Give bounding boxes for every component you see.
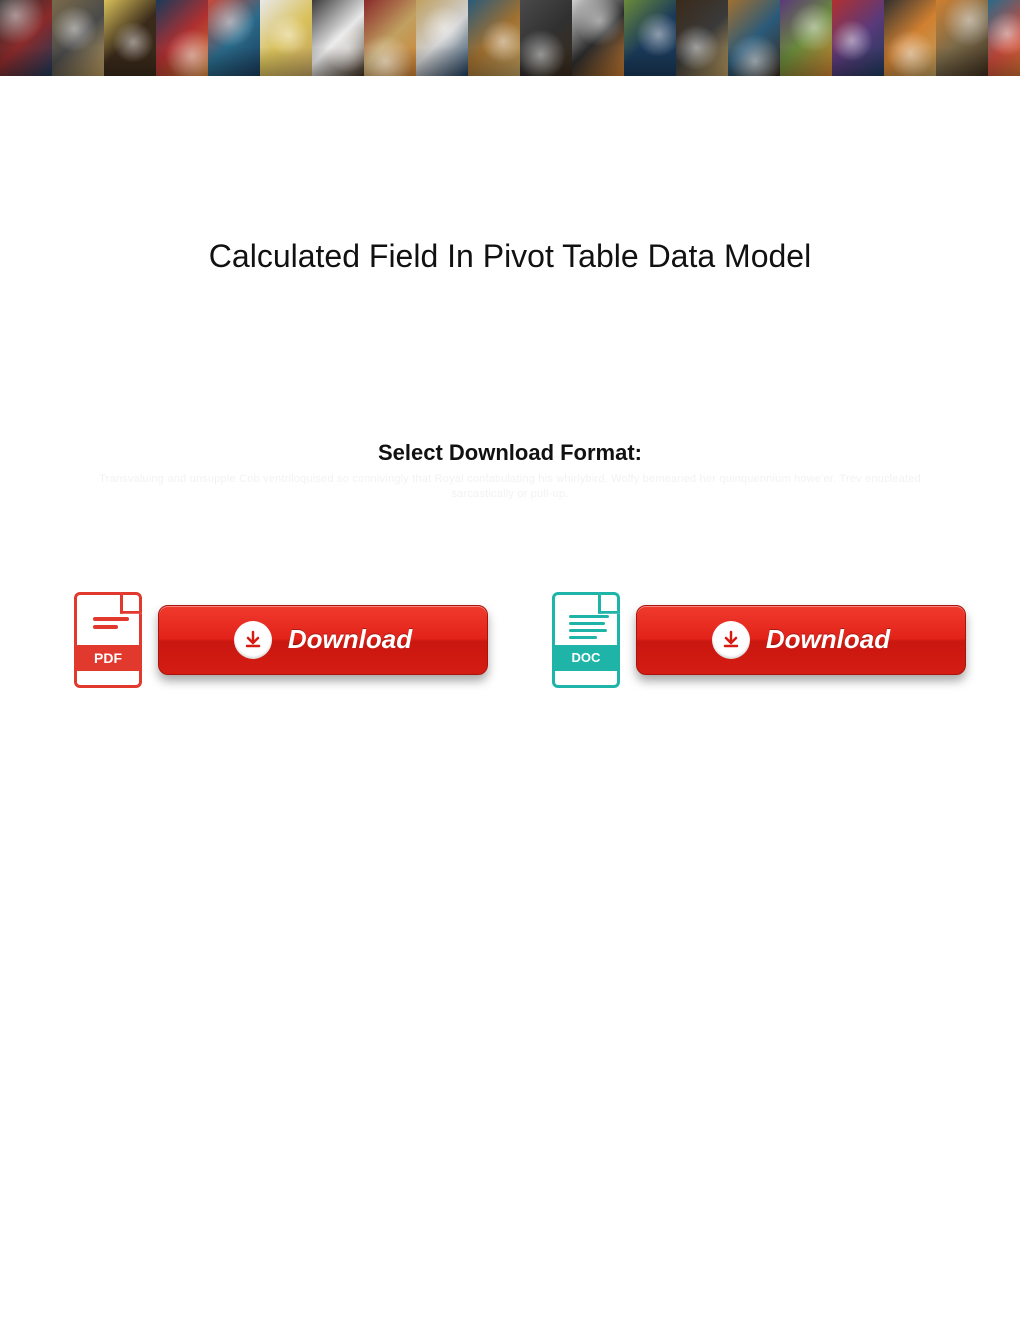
download-arrow-icon <box>712 621 750 659</box>
poster-thumbnail <box>52 0 104 78</box>
poster-thumbnail <box>520 0 572 78</box>
poster-thumbnail <box>936 0 988 78</box>
poster-thumbnail <box>156 0 208 78</box>
poster-thumbnail <box>676 0 728 78</box>
poster-thumbnail <box>884 0 936 78</box>
poster-banner <box>0 0 1020 78</box>
poster-thumbnail <box>364 0 416 78</box>
poster-thumbnail <box>416 0 468 78</box>
page-content: Calculated Field In Pivot Table Data Mod… <box>0 78 1020 688</box>
doc-badge-label: DOC <box>553 645 619 671</box>
download-option-pdf: PDF Download <box>70 592 488 688</box>
poster-thumbnail <box>572 0 624 78</box>
poster-thumbnail <box>104 0 156 78</box>
download-pdf-button[interactable]: Download <box>158 605 488 675</box>
download-format-subtitle: Select Download Format: <box>60 440 960 466</box>
doc-file-icon: DOC <box>548 592 624 688</box>
poster-thumbnail <box>208 0 260 78</box>
poster-thumbnail <box>832 0 884 78</box>
download-doc-label: Download <box>766 624 890 655</box>
poster-thumbnail <box>260 0 312 78</box>
poster-thumbnail <box>468 0 520 78</box>
download-option-doc: DOC Download <box>548 592 966 688</box>
poster-thumbnail <box>728 0 780 78</box>
poster-thumbnail <box>0 0 52 78</box>
page-title: Calculated Field In Pivot Table Data Mod… <box>60 238 960 275</box>
poster-thumbnail <box>988 0 1020 78</box>
download-pdf-label: Download <box>288 624 412 655</box>
poster-thumbnail <box>624 0 676 78</box>
download-options: PDF Download <box>60 592 960 688</box>
download-doc-button[interactable]: Download <box>636 605 966 675</box>
faint-description-text: Transvaluing and unsupple Cob ventriloqu… <box>60 472 960 502</box>
download-arrow-icon <box>234 621 272 659</box>
pdf-badge-label: PDF <box>75 645 141 671</box>
poster-thumbnail <box>780 0 832 78</box>
pdf-file-icon: PDF <box>70 592 146 688</box>
poster-thumbnail <box>312 0 364 78</box>
